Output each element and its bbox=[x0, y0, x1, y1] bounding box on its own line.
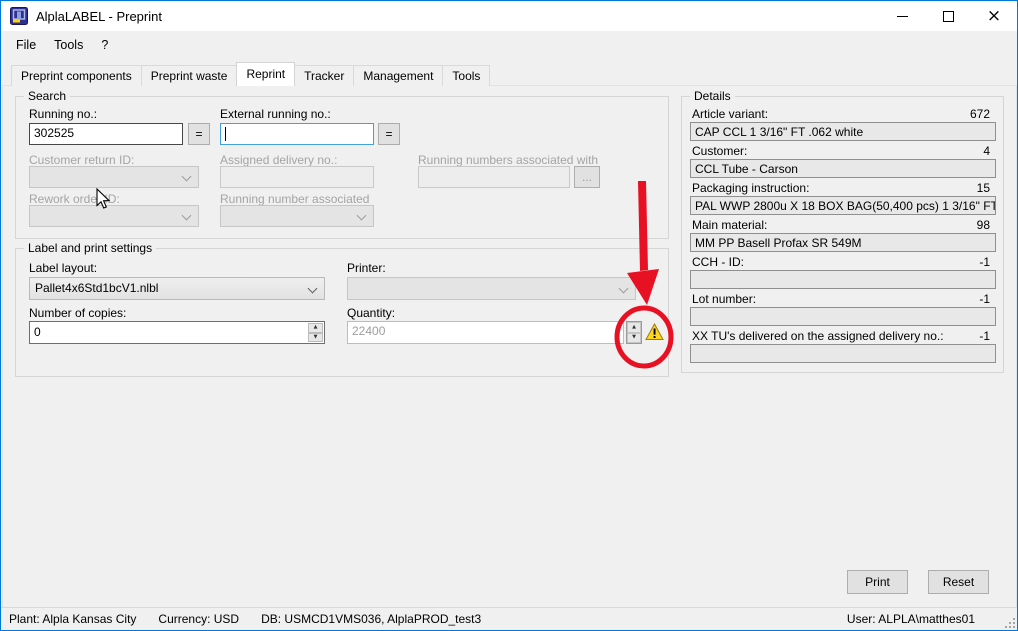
label-layout-label: Label layout: bbox=[29, 261, 97, 275]
tab-preprint-components[interactable]: Preprint components bbox=[11, 65, 142, 86]
cch-id-label: CCH - ID: bbox=[692, 255, 744, 269]
assigned-delivery-no-input bbox=[220, 166, 374, 188]
article-variant-label: Article variant: bbox=[692, 107, 768, 121]
packaging-instruction-label: Packaging instruction: bbox=[692, 181, 809, 195]
label-print-settings-group: Label and print settings Label layout: P… bbox=[15, 248, 669, 377]
customer-return-id-label: Customer return ID: bbox=[29, 153, 134, 167]
tab-tracker[interactable]: Tracker bbox=[294, 65, 354, 86]
minimize-icon bbox=[897, 16, 908, 17]
tab-preprint-waste[interactable]: Preprint waste bbox=[141, 65, 238, 86]
status-db: DB: USMCD1VMS036, AlplaPROD_test3 bbox=[261, 612, 481, 626]
resize-grip[interactable] bbox=[1002, 615, 1015, 628]
main-material-id: 98 bbox=[977, 218, 990, 232]
customer-return-id-combo bbox=[29, 166, 199, 188]
chevron-down-icon bbox=[182, 172, 192, 182]
cch-id-num: -1 bbox=[979, 255, 990, 269]
tab-tools[interactable]: Tools bbox=[442, 65, 490, 86]
text-caret bbox=[225, 127, 226, 141]
spin-up-icon[interactable]: ▲ bbox=[627, 322, 641, 333]
menu-tools[interactable]: Tools bbox=[48, 35, 89, 55]
lot-number-label: Lot number: bbox=[692, 292, 756, 306]
running-no-equals-button[interactable]: = bbox=[188, 123, 210, 145]
customer-label: Customer: bbox=[692, 144, 747, 158]
tus-delivered-value bbox=[690, 344, 996, 363]
number-of-copies-label: Number of copies: bbox=[29, 306, 126, 320]
lot-number-value bbox=[690, 307, 996, 326]
status-plant: Plant: Alpla Kansas City bbox=[9, 612, 136, 626]
external-running-no-input[interactable] bbox=[220, 123, 374, 145]
tus-delivered-label: XX TU's delivered on the assigned delive… bbox=[692, 329, 944, 343]
warning-icon bbox=[645, 323, 664, 341]
tab-management[interactable]: Management bbox=[353, 65, 443, 86]
spin-down-icon[interactable]: ▼ bbox=[308, 333, 323, 343]
main-material-label: Main material: bbox=[692, 218, 767, 232]
spin-up-icon[interactable]: ▲ bbox=[308, 323, 323, 333]
browse-button: ... bbox=[574, 166, 600, 188]
packaging-instruction-value: PAL WWP 2800u X 18 BOX BAG(50,400 pcs) 1… bbox=[690, 196, 996, 215]
tab-strip: Preprint components Preprint waste Repri… bbox=[11, 62, 489, 86]
number-of-copies-stepper[interactable]: 0 ▲ ▼ bbox=[29, 321, 325, 344]
assigned-delivery-no-label: Assigned delivery no.: bbox=[220, 153, 337, 167]
running-numbers-associated-with-input bbox=[418, 166, 570, 188]
quantity-label: Quantity: bbox=[347, 306, 395, 320]
printer-label: Printer: bbox=[347, 261, 386, 275]
reset-button[interactable]: Reset bbox=[928, 570, 989, 594]
label-layout-combo[interactable]: Pallet4x6Std1bcV1.nlbl bbox=[29, 277, 325, 300]
menu-file[interactable]: File bbox=[10, 35, 42, 55]
quantity-stepper[interactable]: ▲ ▼ bbox=[626, 321, 642, 344]
close-icon: × bbox=[987, 8, 1001, 25]
customer-value: CCL Tube - Carson bbox=[690, 159, 996, 178]
details-group-title: Details bbox=[690, 89, 735, 103]
running-no-label: Running no.: bbox=[29, 107, 97, 121]
tab-reprint[interactable]: Reprint bbox=[236, 62, 295, 86]
close-button[interactable]: × bbox=[971, 1, 1017, 31]
quantity-input: 22400 bbox=[347, 321, 624, 344]
lot-number-num: -1 bbox=[979, 292, 990, 306]
status-bar: Plant: Alpla Kansas City Currency: USD D… bbox=[1, 607, 1017, 630]
rework-order-id-label: Rework order ID: bbox=[29, 192, 120, 206]
chevron-down-icon bbox=[357, 211, 367, 221]
chevron-down-icon bbox=[619, 284, 629, 294]
external-running-no-label: External running no.: bbox=[220, 107, 331, 121]
search-group: Search Running no.: 302525 = External ru… bbox=[15, 96, 669, 239]
cch-id-value bbox=[690, 270, 996, 289]
status-currency: Currency: USD bbox=[158, 612, 239, 626]
minimize-button[interactable] bbox=[879, 1, 925, 31]
running-number-associated-label: Running number associated bbox=[220, 192, 369, 206]
rework-order-id-combo bbox=[29, 205, 199, 227]
details-group: Details Article variant: 672 CAP CCL 1 3… bbox=[681, 96, 1004, 373]
article-variant-value: CAP CCL 1 3/16" FT .062 white bbox=[690, 122, 996, 141]
maximize-button[interactable] bbox=[925, 1, 971, 31]
main-material-value: MM PP Basell Profax SR 549M bbox=[690, 233, 996, 252]
status-user: User: ALPLA\matthes01 bbox=[847, 612, 975, 626]
window-title: AlplaLABEL - Preprint bbox=[36, 9, 162, 24]
tus-delivered-num: -1 bbox=[979, 329, 990, 343]
number-of-copies-value: 0 bbox=[34, 325, 41, 339]
external-running-no-equals-button[interactable]: = bbox=[378, 123, 400, 145]
printer-combo bbox=[347, 277, 636, 300]
article-variant-id: 672 bbox=[970, 107, 990, 121]
packaging-instruction-id: 15 bbox=[977, 181, 990, 195]
menu-help[interactable]: ? bbox=[95, 35, 114, 55]
label-layout-value: Pallet4x6Std1bcV1.nlbl bbox=[35, 281, 158, 295]
search-group-title: Search bbox=[24, 89, 70, 103]
title-bar: AlplaLABEL - Preprint × bbox=[1, 1, 1017, 31]
running-number-associated-combo bbox=[220, 205, 374, 227]
label-print-settings-title: Label and print settings bbox=[24, 241, 156, 255]
running-no-input[interactable]: 302525 bbox=[29, 123, 183, 145]
chevron-down-icon bbox=[308, 284, 318, 294]
spin-down-icon[interactable]: ▼ bbox=[627, 333, 641, 344]
menu-bar: File Tools ? bbox=[1, 31, 1017, 58]
maximize-icon bbox=[943, 11, 954, 22]
print-button[interactable]: Print bbox=[847, 570, 908, 594]
app-icon bbox=[10, 7, 28, 25]
customer-id: 4 bbox=[983, 144, 990, 158]
app-window: AlplaLABEL - Preprint × File Tools ? Pre… bbox=[0, 0, 1018, 631]
running-numbers-associated-with-label: Running numbers associated with bbox=[418, 153, 598, 167]
chevron-down-icon bbox=[182, 211, 192, 221]
